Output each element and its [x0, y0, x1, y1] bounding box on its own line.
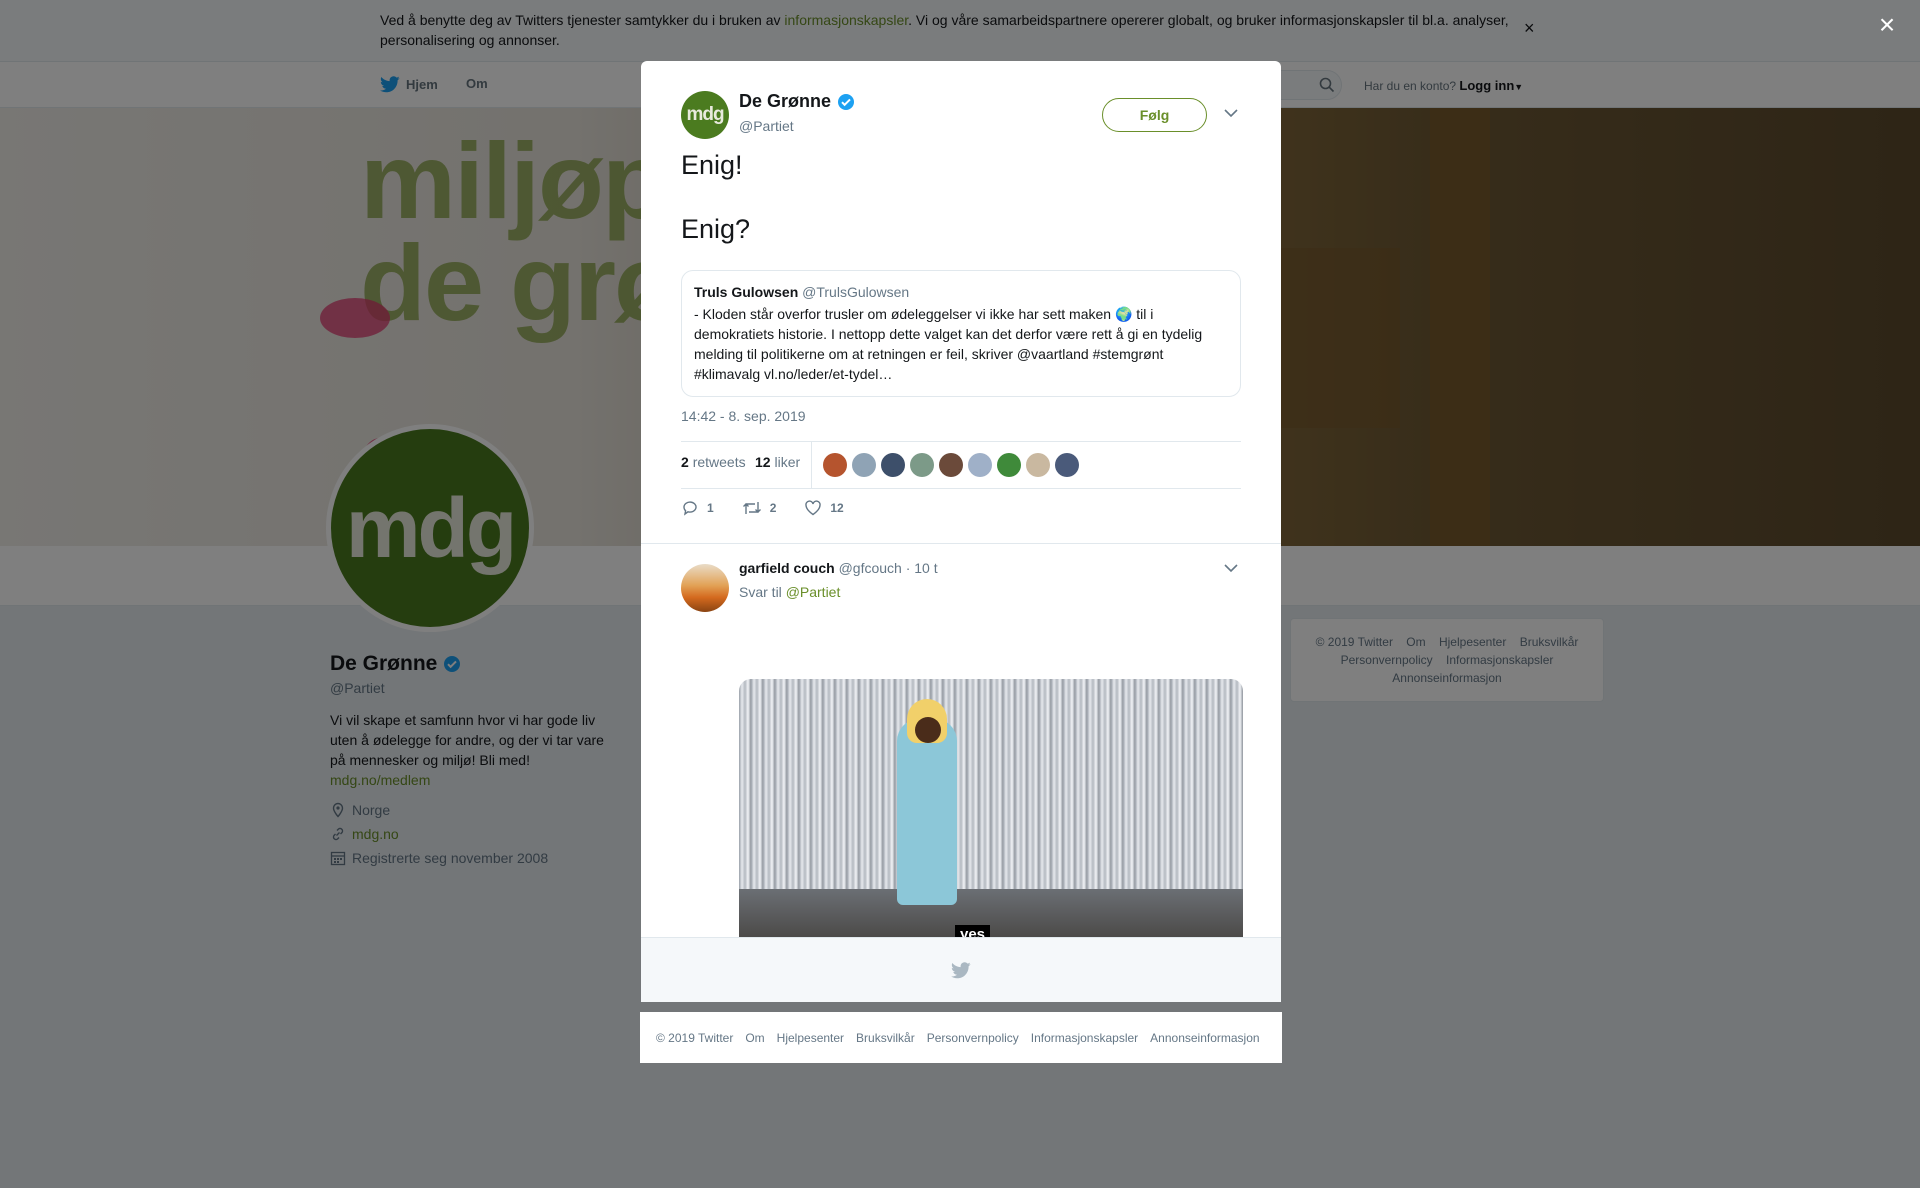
- reply-button[interactable]: 1: [681, 499, 714, 517]
- likes-stat[interactable]: 12 liker: [755, 454, 800, 470]
- quoted-author-handle: @TrulsGulowsen: [802, 284, 910, 300]
- media-figure: [897, 719, 957, 905]
- tweet-text: Enig! Enig?: [681, 149, 750, 245]
- retweet-icon: [742, 502, 761, 514]
- chevron-down-icon[interactable]: [1223, 107, 1239, 119]
- modal-bottom-bar: [641, 937, 1281, 1002]
- reply-header: garfield couch @gfcouch · 10 t: [739, 560, 938, 576]
- reply-count: 1: [707, 501, 714, 515]
- liker-avatar[interactable]: [1026, 453, 1050, 477]
- reply-author-name[interactable]: garfield couch: [739, 560, 835, 576]
- quoted-author-name: Truls Gulowsen: [694, 284, 799, 300]
- liker-avatar[interactable]: [939, 453, 963, 477]
- tweet-permalink-modal: mdg De Grønne @Partiet Følg Enig! Enig? …: [641, 61, 1281, 1002]
- liker-avatar[interactable]: [823, 453, 847, 477]
- quoted-tweet-header: Truls Gulowsen @TrulsGulowsen: [694, 282, 1228, 302]
- reply-author-handle[interactable]: @gfcouch: [839, 560, 902, 576]
- replying-to: Svar til @Partiet: [739, 584, 840, 600]
- footer-link-ads[interactable]: Annonseinformasjon: [1150, 1031, 1259, 1045]
- liker-avatar[interactable]: [852, 453, 876, 477]
- close-icon[interactable]: ×: [1872, 10, 1902, 40]
- tweet-author-handle[interactable]: @Partiet: [739, 118, 794, 134]
- reply-time[interactable]: · 10 t: [906, 560, 938, 576]
- tweet-text-line1: Enig!: [681, 150, 743, 180]
- like-button[interactable]: 12: [804, 499, 844, 517]
- retweets-stat[interactable]: 2 retweets: [681, 454, 746, 470]
- replying-to-handle[interactable]: @Partiet: [786, 584, 841, 600]
- footer-link-help[interactable]: Hjelpesenter: [777, 1031, 844, 1045]
- retweet-count: 2: [769, 501, 777, 515]
- chevron-down-icon[interactable]: [1223, 562, 1239, 574]
- liker-avatars: [823, 453, 1079, 477]
- quoted-tweet-text: - Kloden står overfor trusler om ødelegg…: [694, 306, 1203, 382]
- like-icon: [805, 500, 822, 516]
- likes-label: liker: [774, 454, 801, 470]
- footer-copyright: © 2019 Twitter: [656, 1030, 734, 1045]
- media-figure: [915, 717, 941, 743]
- tweet-timestamp[interactable]: 14:42 - 8. sep. 2019: [681, 408, 806, 424]
- footer-link-terms[interactable]: Bruksvilkår: [856, 1031, 915, 1045]
- tweet-author-name-row: De Grønne: [739, 91, 855, 112]
- liker-avatar[interactable]: [910, 453, 934, 477]
- tweet-author-avatar[interactable]: mdg: [681, 91, 729, 139]
- footer-link-about[interactable]: Om: [745, 1031, 764, 1045]
- reply-media-gif[interactable]: yes: [739, 679, 1243, 957]
- liker-avatar[interactable]: [968, 453, 992, 477]
- tweet-actions: 1 2 12: [681, 499, 872, 517]
- tweet-avatar-logo-text: mdg: [686, 104, 724, 125]
- liker-avatar[interactable]: [1055, 453, 1079, 477]
- stats-divider: [811, 442, 812, 489]
- reply-tweet[interactable]: garfield couch @gfcouch · 10 t Svar til …: [641, 543, 1281, 998]
- retweets-count: 2: [681, 454, 689, 470]
- modal-footer: © 2019 Twitter Om Hjelpesenter Bruksvilk…: [640, 1012, 1282, 1063]
- twitter-bird-icon: [951, 962, 971, 979]
- replying-to-label: Svar til: [739, 584, 786, 600]
- footer-link-cookies[interactable]: Informasjonskapsler: [1031, 1031, 1138, 1045]
- tweet-stats: 2 retweets 12 liker: [681, 441, 1241, 489]
- liker-avatar[interactable]: [997, 453, 1021, 477]
- footer-link-privacy[interactable]: Personvernpolicy: [927, 1031, 1019, 1045]
- tweet-text-line2: Enig?: [681, 214, 751, 244]
- verified-icon: [838, 93, 855, 110]
- reply-icon: [683, 501, 697, 516]
- retweet-button[interactable]: 2: [742, 499, 777, 517]
- like-count: 12: [830, 501, 844, 515]
- quoted-tweet[interactable]: Truls Gulowsen @TrulsGulowsen - Kloden s…: [681, 270, 1241, 397]
- reply-author-avatar[interactable]: [681, 564, 729, 612]
- follow-button[interactable]: Følg: [1102, 98, 1207, 132]
- tweet-author-name[interactable]: De Grønne: [739, 91, 831, 112]
- liker-avatar[interactable]: [881, 453, 905, 477]
- likes-count: 12: [755, 454, 771, 470]
- retweets-label: retweets: [692, 454, 746, 470]
